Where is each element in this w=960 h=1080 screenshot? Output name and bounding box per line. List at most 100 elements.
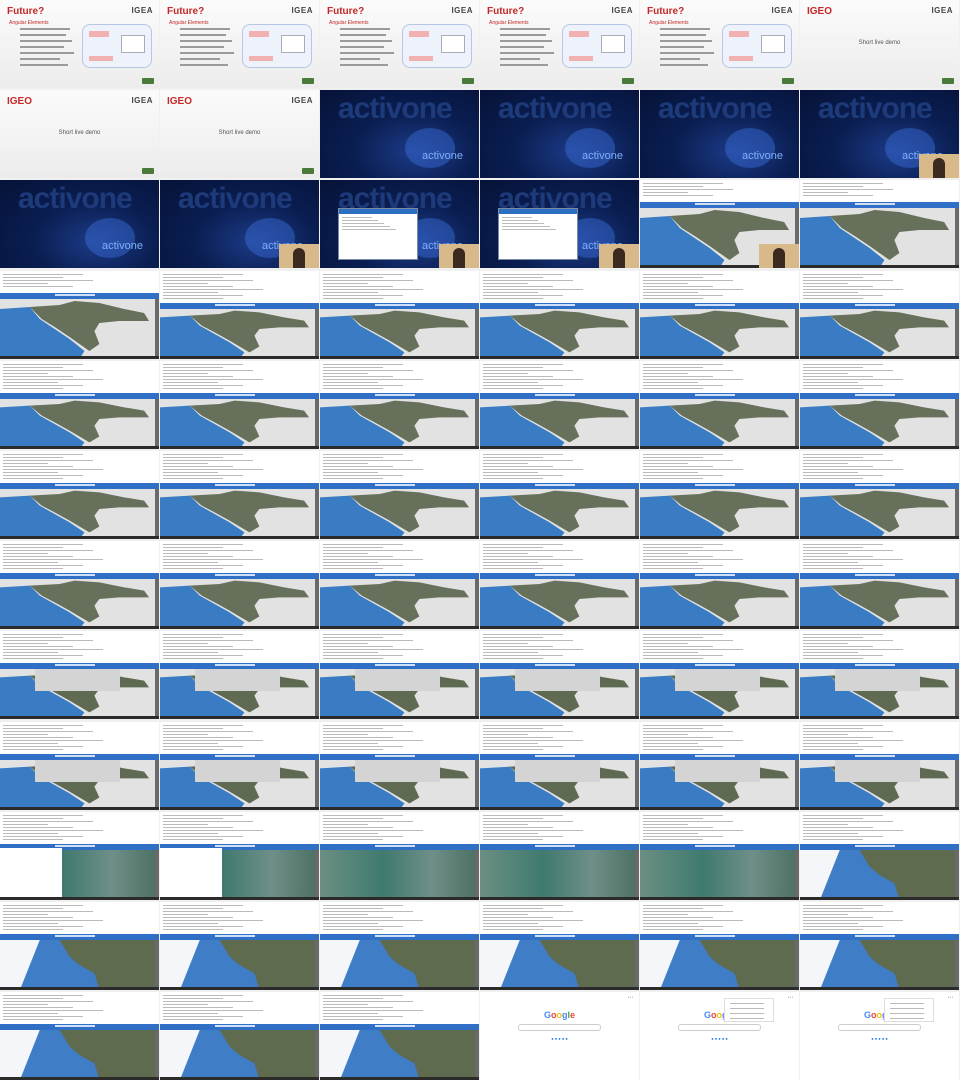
- map-view[interactable]: [160, 1030, 319, 1080]
- google-top-links[interactable]: • • •: [948, 995, 953, 999]
- map-svg[interactable]: [320, 309, 479, 359]
- screenshot-tile[interactable]: [640, 631, 799, 719]
- menu-item[interactable]: [730, 1003, 764, 1004]
- scrollbar[interactable]: [635, 760, 639, 810]
- screenshot-tile[interactable]: [320, 812, 479, 900]
- scrollbar[interactable]: [635, 309, 639, 359]
- scrollbar[interactable]: [315, 1030, 319, 1080]
- screenshot-tile[interactable]: [480, 451, 639, 539]
- scrollbar[interactable]: [155, 579, 159, 629]
- scrollbar[interactable]: [475, 940, 479, 990]
- scrollbar[interactable]: [955, 208, 959, 268]
- map-view[interactable]: [0, 760, 159, 810]
- search-input[interactable]: [838, 1024, 921, 1031]
- scrollbar[interactable]: [635, 579, 639, 629]
- scrollbar[interactable]: [795, 489, 799, 539]
- screenshot-tile[interactable]: [0, 631, 159, 719]
- map-view[interactable]: [640, 940, 799, 990]
- screenshot-tile[interactable]: activoneactivone: [800, 90, 959, 178]
- map-view[interactable]: [320, 399, 479, 449]
- map-view[interactable]: [640, 669, 799, 719]
- scrollbar[interactable]: [475, 579, 479, 629]
- screenshot-tile[interactable]: [800, 812, 959, 900]
- screenshot-tile[interactable]: activoneactivone: [320, 90, 479, 178]
- map-view[interactable]: [320, 850, 479, 900]
- scrollbar[interactable]: [635, 399, 639, 449]
- scrollbar[interactable]: [155, 1030, 159, 1080]
- map-view[interactable]: [480, 760, 639, 810]
- map-svg[interactable]: [0, 489, 159, 539]
- map-view[interactable]: [480, 850, 639, 900]
- screenshot-tile[interactable]: [800, 180, 959, 268]
- scrollbar[interactable]: [155, 669, 159, 719]
- scrollbar[interactable]: [475, 399, 479, 449]
- screenshot-tile[interactable]: [640, 271, 799, 359]
- map-svg[interactable]: [480, 579, 639, 629]
- screenshot-tile[interactable]: activoneactivone: [0, 180, 159, 268]
- map-svg[interactable]: [640, 940, 799, 990]
- map-svg[interactable]: [0, 579, 159, 629]
- screenshot-tile[interactable]: [160, 361, 319, 449]
- map-svg[interactable]: [160, 489, 319, 539]
- shortcut-icons[interactable]: ● ● ● ● ●: [800, 1036, 959, 1041]
- map-svg[interactable]: [160, 1030, 319, 1080]
- screenshot-tile[interactable]: [0, 541, 159, 629]
- scrollbar[interactable]: [155, 299, 159, 359]
- screenshot-tile[interactable]: activoneactivone: [640, 90, 799, 178]
- map-svg[interactable]: [800, 208, 959, 268]
- search-input[interactable]: [678, 1024, 761, 1031]
- screenshot-tile[interactable]: [320, 631, 479, 719]
- screenshot-tile[interactable]: IGEO IGEA Short live demo: [800, 0, 959, 88]
- screenshot-tile[interactable]: [320, 902, 479, 990]
- map-view[interactable]: [320, 489, 479, 539]
- scrollbar[interactable]: [475, 1030, 479, 1080]
- scrollbar[interactable]: [795, 579, 799, 629]
- history-dropdown[interactable]: [724, 998, 774, 1022]
- screenshot-tile[interactable]: [640, 361, 799, 449]
- map-view[interactable]: [800, 399, 959, 449]
- search-input[interactable]: [518, 1024, 601, 1031]
- screenshot-tile[interactable]: activoneactivone: [480, 90, 639, 178]
- map-view[interactable]: [640, 309, 799, 359]
- screenshot-tile[interactable]: [480, 271, 639, 359]
- map-view[interactable]: [0, 940, 159, 990]
- scrollbar[interactable]: [315, 489, 319, 539]
- scrollbar[interactable]: [795, 850, 799, 900]
- screenshot-tile[interactable]: IGEO IGEA Short live demo: [0, 90, 159, 178]
- map-view[interactable]: [480, 669, 639, 719]
- map-view[interactable]: [0, 579, 159, 629]
- map-svg[interactable]: [480, 399, 639, 449]
- map-svg[interactable]: [160, 399, 319, 449]
- map-view[interactable]: [160, 309, 319, 359]
- map-view[interactable]: [480, 579, 639, 629]
- scrollbar[interactable]: [955, 850, 959, 900]
- screenshot-tile[interactable]: IGEO IGEA Short live demo: [160, 90, 319, 178]
- map-view[interactable]: [320, 579, 479, 629]
- menu-item[interactable]: [890, 1018, 924, 1019]
- scrollbar[interactable]: [955, 669, 959, 719]
- screenshot-tile[interactable]: [0, 722, 159, 810]
- scrollbar[interactable]: [155, 760, 159, 810]
- map-svg[interactable]: [160, 940, 319, 990]
- map-svg[interactable]: [640, 399, 799, 449]
- google-top-links[interactable]: • • •: [628, 995, 633, 999]
- screenshot-tile[interactable]: activoneactivone: [480, 180, 639, 268]
- screenshot-tile[interactable]: activoneactivone: [160, 180, 319, 268]
- map-view[interactable]: [480, 489, 639, 539]
- map-view[interactable]: [640, 579, 799, 629]
- map-svg[interactable]: [320, 1030, 479, 1080]
- screenshot-tile[interactable]: [160, 812, 319, 900]
- scrollbar[interactable]: [315, 309, 319, 359]
- menu-item[interactable]: [890, 1003, 924, 1004]
- screenshot-tile[interactable]: [160, 541, 319, 629]
- screenshot-tile[interactable]: [800, 361, 959, 449]
- scrollbar[interactable]: [475, 669, 479, 719]
- scrollbar[interactable]: [155, 940, 159, 990]
- shortcut-icons[interactable]: ● ● ● ● ●: [640, 1036, 799, 1041]
- screenshot-tile[interactable]: [800, 451, 959, 539]
- scrollbar[interactable]: [315, 760, 319, 810]
- map-view[interactable]: [160, 669, 319, 719]
- map-svg[interactable]: [320, 489, 479, 539]
- map-svg[interactable]: [640, 309, 799, 359]
- screenshot-tile[interactable]: [640, 541, 799, 629]
